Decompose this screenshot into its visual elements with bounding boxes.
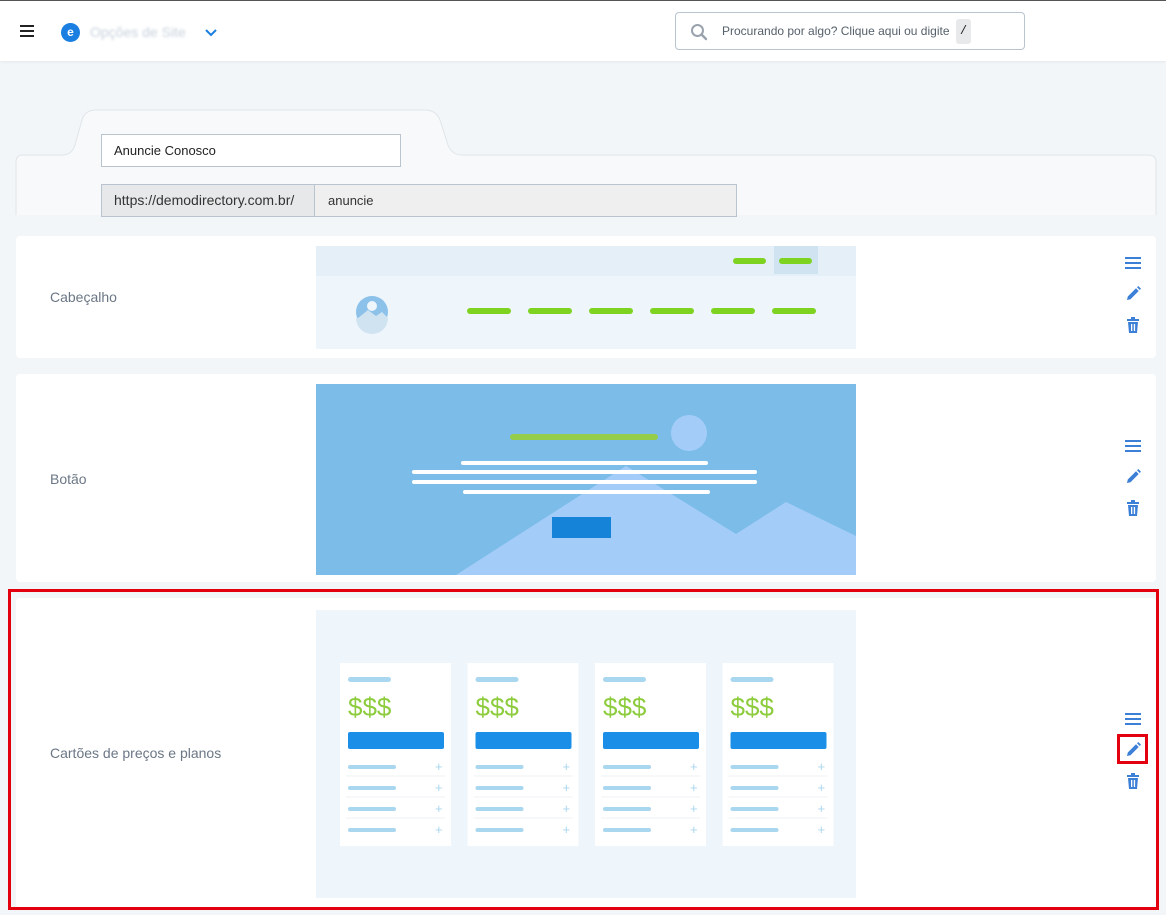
section-pricing-cards: Cartões de preços e planos $$$ + + + + $$$ + + +…	[16, 598, 1156, 908]
top-bar: e Opções de Site /	[0, 0, 1166, 61]
price-text: $$$	[348, 692, 392, 722]
search-box[interactable]: /	[675, 12, 1025, 50]
svg-text:+: +	[435, 759, 443, 774]
site-logo: e	[61, 23, 80, 42]
section-header: Cabeçalho	[16, 236, 1156, 358]
edit-icon[interactable]	[1124, 741, 1142, 759]
button-preview[interactable]	[316, 384, 856, 575]
svg-text:+: +	[818, 780, 826, 795]
reorder-icon[interactable]	[1124, 437, 1142, 455]
price-text: $$$	[603, 692, 647, 722]
trash-icon[interactable]	[1124, 316, 1142, 334]
site-name[interactable]: Opções de Site	[90, 24, 186, 40]
search-input[interactable]	[722, 21, 952, 41]
svg-text:+: +	[435, 822, 443, 837]
edit-icon[interactable]	[1124, 468, 1142, 486]
trash-icon[interactable]	[1124, 499, 1142, 517]
edit-icon[interactable]	[1124, 285, 1142, 303]
pricing-cards-preview[interactable]: $$$ + + + + $$$ + + + + $$$ + + + + $$$ + + + +	[316, 610, 856, 898]
svg-text:+: +	[435, 801, 443, 816]
chevron-down-icon[interactable]	[203, 24, 219, 40]
svg-text:+: +	[690, 759, 698, 774]
header-preview[interactable]	[316, 246, 856, 349]
search-icon	[691, 24, 708, 41]
price-text: $$$	[476, 692, 520, 722]
svg-text:+: +	[435, 780, 443, 795]
svg-text:+: +	[690, 801, 698, 816]
svg-text:+: +	[563, 780, 571, 795]
search-shortcut-key: /	[956, 19, 971, 44]
svg-text:+: +	[690, 822, 698, 837]
menu-icon[interactable]	[20, 25, 34, 37]
reorder-icon[interactable]	[1124, 710, 1142, 728]
svg-text:+: +	[563, 822, 571, 837]
url-prefix: https://demodirectory.com.br/	[102, 185, 315, 216]
section-label: Cabeçalho	[50, 289, 117, 305]
price-text: $$$	[731, 692, 775, 722]
svg-text:+: +	[690, 780, 698, 795]
svg-text:+: +	[563, 759, 571, 774]
section-label: Botão	[50, 471, 87, 487]
svg-text:+: +	[818, 822, 826, 837]
url-slug-input[interactable]	[316, 185, 736, 216]
trash-icon[interactable]	[1124, 772, 1142, 790]
svg-text:+: +	[818, 759, 826, 774]
svg-text:+: +	[818, 801, 826, 816]
reorder-icon[interactable]	[1124, 254, 1142, 272]
svg-text:+: +	[563, 801, 571, 816]
page-title-input[interactable]	[101, 134, 401, 167]
section-button: Botão	[16, 374, 1156, 582]
page-url-field: https://demodirectory.com.br/	[101, 184, 737, 217]
section-label: Cartões de preços e planos	[50, 745, 222, 761]
